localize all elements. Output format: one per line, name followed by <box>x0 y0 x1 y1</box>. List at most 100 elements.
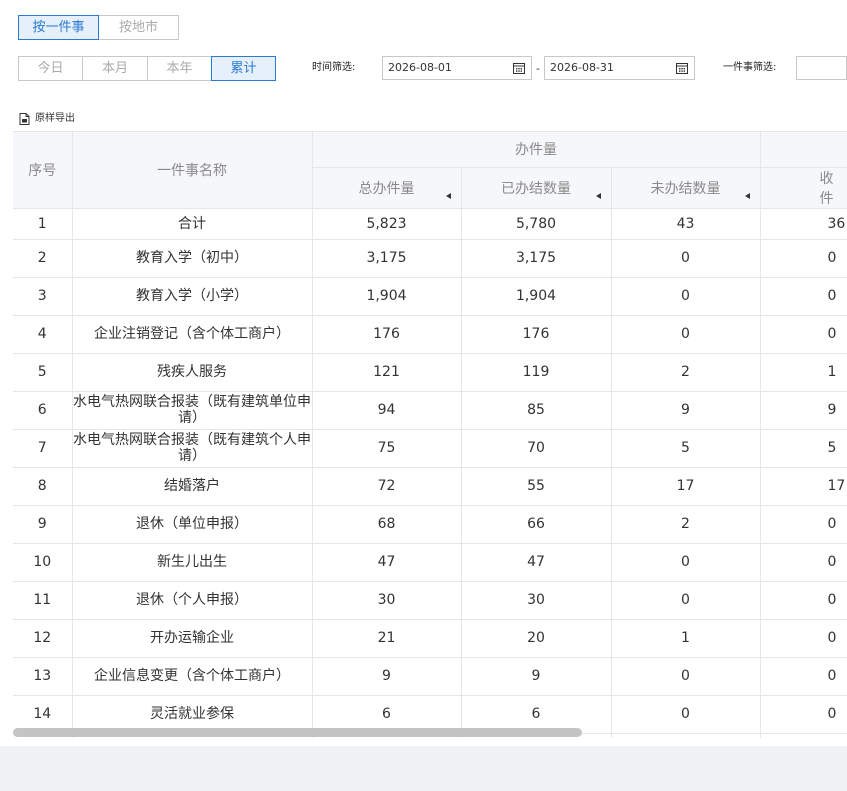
table-row[interactable]: 7 水电气热网联合报装（既有建筑个人申请） 75 70 5 5 <box>13 429 847 468</box>
cell-received: 17 <box>760 467 847 506</box>
table-row[interactable]: 10 新生儿出生 47 47 0 0 <box>13 543 847 582</box>
cell-seq: 6 <box>13 391 73 430</box>
cell-done: 176 <box>461 315 612 354</box>
header-undone[interactable]: 未办结数量 <box>611 167 761 209</box>
cell-undone: 43 <box>611 208 761 240</box>
header-received-label: 收件 <box>819 170 834 207</box>
cell-done: 20 <box>461 619 612 658</box>
cell-done: 3,175 <box>461 239 612 278</box>
cell-total: 75 <box>312 429 462 468</box>
end-date-value: 2026-08-31 <box>550 61 614 74</box>
cell-received: 0 <box>760 315 847 354</box>
horizontal-scrollbar[interactable] <box>13 728 582 737</box>
export-icon <box>19 113 30 125</box>
cell-done: 9 <box>461 657 612 696</box>
cell-name: 退休（单位申报） <box>72 505 313 544</box>
sort-icon[interactable] <box>744 192 750 199</box>
header-total[interactable]: 总办件量 <box>312 167 462 209</box>
cell-received: 5 <box>760 429 847 468</box>
cell-seq: 1 <box>13 208 73 240</box>
cell-undone: 1 <box>611 619 761 658</box>
cell-done: 5,780 <box>461 208 612 240</box>
start-date-input[interactable]: 2026-08-01 <box>382 56 532 80</box>
cell-done: 66 <box>461 505 612 544</box>
cell-seq: 3 <box>13 277 73 316</box>
calendar-icon[interactable] <box>676 62 688 74</box>
cell-done: 47 <box>461 543 612 582</box>
period-month[interactable]: 本月 <box>82 56 148 81</box>
page: 按一件事 按地市 今日 本月 本年 累计 时间筛选: 2026-08-01 - … <box>0 0 847 791</box>
cell-seq: 10 <box>13 543 73 582</box>
table-row[interactable]: 4 企业注销登记（含个体工商户） 176 176 0 0 <box>13 315 847 354</box>
date-separator: - <box>536 62 540 75</box>
cell-total: 21 <box>312 619 462 658</box>
period-cumulative[interactable]: 累计 <box>211 56 276 81</box>
tab-by-city[interactable]: 按地市 <box>98 15 179 40</box>
cell-seq: 13 <box>13 657 73 696</box>
cell-total: 9 <box>312 657 462 696</box>
period-today[interactable]: 今日 <box>18 56 83 81</box>
cell-undone: 0 <box>611 239 761 278</box>
table-row[interactable]: 11 退休（个人申报） 30 30 0 0 <box>13 581 847 620</box>
cell-received: 1 <box>760 353 847 392</box>
cell-received: 0 <box>760 581 847 620</box>
calendar-icon[interactable] <box>513 62 525 74</box>
cell-received: 0 <box>760 505 847 544</box>
header-received-group <box>760 132 847 168</box>
cell-seq: 2 <box>13 239 73 278</box>
cell-name: 结婚落户 <box>72 467 313 506</box>
cell-received: 0 <box>760 619 847 658</box>
header-seq: 序号 <box>13 132 73 209</box>
export-button[interactable]: 原样导出 <box>19 111 75 127</box>
end-date-input[interactable]: 2026-08-31 <box>544 56 695 80</box>
export-label: 原样导出 <box>35 113 75 124</box>
cell-name: 水电气热网联合报装（既有建筑单位申请） <box>72 391 313 430</box>
cell-done: 70 <box>461 429 612 468</box>
table-row[interactable]: 13 企业信息变更（含个体工商户） 9 9 0 0 <box>13 657 847 696</box>
cell-undone: 0 <box>611 277 761 316</box>
cell-seq: 4 <box>13 315 73 354</box>
cell-name: 企业注销登记（含个体工商户） <box>72 315 313 354</box>
header-done[interactable]: 已办结数量 <box>461 167 612 209</box>
cell-undone <box>611 733 761 738</box>
table-row[interactable]: 3 教育入学（小学） 1,904 1,904 0 0 <box>13 277 847 316</box>
table-row[interactable]: 9 退休（单位申报） 68 66 2 0 <box>13 505 847 544</box>
cell-name: 开办运输企业 <box>72 619 313 658</box>
cell-total: 1,904 <box>312 277 462 316</box>
sort-icon[interactable] <box>595 192 601 199</box>
cell-received <box>760 733 847 738</box>
data-grid: 序号 一件事名称 办件量 总办件量 已办结数量 未办结数量 收件 1 合计 5,82… <box>13 131 847 738</box>
cell-undone: 5 <box>611 429 761 468</box>
cell-undone: 0 <box>611 315 761 354</box>
cell-name: 教育入学（初中） <box>72 239 313 278</box>
table-row[interactable]: 8 结婚落户 72 55 17 17 <box>13 467 847 506</box>
table-row[interactable]: 6 水电气热网联合报装（既有建筑单位申请） 94 85 9 9 <box>13 391 847 430</box>
cell-undone: 17 <box>611 467 761 506</box>
cell-received: 0 <box>760 657 847 696</box>
cell-total: 68 <box>312 505 462 544</box>
cell-name: 教育入学（小学） <box>72 277 313 316</box>
header-done-label: 已办结数量 <box>501 180 571 197</box>
cell-undone: 9 <box>611 391 761 430</box>
period-year[interactable]: 本年 <box>147 56 212 81</box>
header-received[interactable]: 收件 <box>760 167 847 209</box>
item-filter-label: 一件事筛选: <box>723 62 777 73</box>
table-row[interactable]: 5 残疾人服务 121 119 2 1 <box>13 353 847 392</box>
cell-total: 72 <box>312 467 462 506</box>
cell-name: 残疾人服务 <box>72 353 313 392</box>
cell-name: 合计 <box>72 208 313 240</box>
cell-received: 9 <box>760 391 847 430</box>
item-filter-select[interactable] <box>796 56 847 80</box>
cell-total: 30 <box>312 581 462 620</box>
sort-icon[interactable] <box>445 192 451 199</box>
tab-by-item[interactable]: 按一件事 <box>18 15 99 40</box>
cell-received: 0 <box>760 695 847 734</box>
cell-seq: 7 <box>13 429 73 468</box>
table-row[interactable]: 1 合计 5,823 5,780 43 36 <box>13 208 847 240</box>
cell-done: 119 <box>461 353 612 392</box>
cell-seq: 11 <box>13 581 73 620</box>
time-filter-label: 时间筛选: <box>312 62 356 73</box>
table-row[interactable]: 12 开办运输企业 21 20 1 0 <box>13 619 847 658</box>
cell-done: 1,904 <box>461 277 612 316</box>
table-row[interactable]: 2 教育入学（初中） 3,175 3,175 0 0 <box>13 239 847 278</box>
